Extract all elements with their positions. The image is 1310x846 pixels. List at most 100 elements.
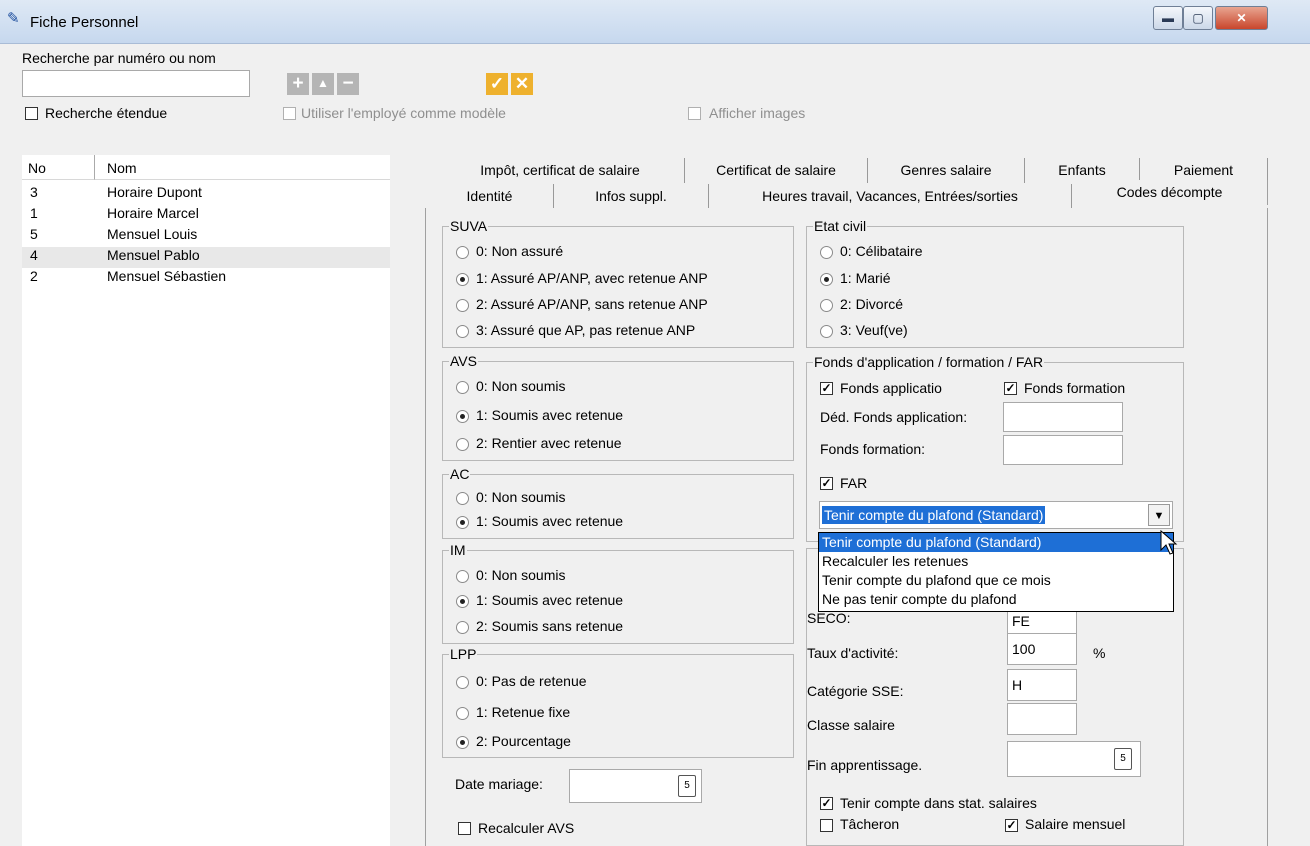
classe-salaire-label: Classe salaire: [807, 717, 895, 733]
fonds-formation-input[interactable]: [1003, 435, 1123, 465]
avs-option-0-label: 0: Non soumis: [476, 378, 566, 394]
suva-option-0[interactable]: [456, 246, 469, 259]
far-label: FAR: [840, 475, 868, 491]
extended-search-checkbox[interactable]: [25, 107, 38, 120]
confirm-button[interactable]: ✓: [486, 73, 508, 95]
codes-decompte-panel: SUVA 0: Non assuré 1: Assuré AP/ANP, ave…: [425, 208, 1268, 846]
taux-activite-input[interactable]: [1007, 633, 1077, 665]
avs-option-1-label: 1: Soumis avec retenue: [476, 407, 624, 423]
fonds-title: Fonds d'application / formation / FAR: [813, 354, 1045, 370]
dropdown-option[interactable]: Recalculer les retenues: [819, 552, 1173, 571]
im-option-0-label: 0: Non soumis: [476, 567, 566, 583]
tab-identite[interactable]: Identité: [426, 184, 554, 209]
fonds-application-checkbox[interactable]: ✓: [820, 382, 833, 395]
dropdown-option[interactable]: Ne pas tenir compte du plafond: [819, 590, 1173, 609]
suva-option-2[interactable]: [456, 299, 469, 312]
recalculer-avs-label: Recalculer AVS: [478, 820, 575, 836]
column-header-no[interactable]: No: [22, 155, 94, 180]
etat-option-3[interactable]: [820, 325, 833, 338]
suva-option-2-label: 2: Assuré AP/ANP, sans retenue ANP: [476, 296, 708, 312]
use-template-label: Utiliser l'employé comme modèle: [301, 105, 506, 121]
tab-certificat[interactable]: Certificat de salaire: [685, 158, 868, 183]
cancel-button[interactable]: ✕: [511, 73, 533, 95]
lpp-option-0[interactable]: [456, 676, 469, 689]
close-button[interactable]: ✕: [1215, 6, 1268, 30]
lpp-title: LPP: [449, 646, 478, 662]
dropdown-option[interactable]: Tenir compte du plafond (Standard): [819, 533, 1173, 552]
ac-option-1-label: 1: Soumis avec retenue: [476, 513, 624, 529]
tab-heures-travail[interactable]: Heures travail, Vacances, Entrées/sortie…: [709, 184, 1072, 209]
salaire-mensuel-label: Salaire mensuel: [1025, 816, 1126, 832]
salaire-mensuel-checkbox[interactable]: ✓: [1005, 819, 1018, 832]
im-option-1[interactable]: [456, 595, 469, 608]
search-input[interactable]: [22, 70, 250, 97]
table-row[interactable]: 4 Mensuel Pablo: [22, 247, 390, 268]
far-select[interactable]: Tenir compte du plafond (Standard) ▼: [819, 501, 1173, 529]
suva-option-1[interactable]: [456, 273, 469, 286]
ac-option-1[interactable]: [456, 516, 469, 529]
minimize-button[interactable]: ▬: [1153, 6, 1183, 30]
fin-apprentissage-label: Fin apprentissage.: [807, 757, 923, 773]
recalculer-avs-checkbox[interactable]: [458, 822, 471, 835]
use-template-checkbox[interactable]: [283, 107, 296, 120]
search-label: Recherche par numéro ou nom: [22, 50, 216, 66]
categorie-sse-input[interactable]: [1007, 669, 1077, 701]
ded-fonds-application-input[interactable]: [1003, 402, 1123, 432]
table-row[interactable]: 5 Mensuel Louis: [22, 226, 390, 247]
tacheron-label: Tâcheron: [840, 816, 900, 832]
etat-option-0-label: 0: Célibataire: [840, 243, 923, 259]
move-up-button[interactable]: ▲: [312, 73, 334, 95]
show-images-checkbox[interactable]: [688, 107, 701, 120]
mouse-cursor-icon: [1160, 530, 1178, 555]
percent-label: %: [1093, 645, 1106, 661]
calendar-icon[interactable]: 5: [678, 775, 696, 797]
etat-option-1[interactable]: [820, 273, 833, 286]
stat-salaires-checkbox[interactable]: ✓: [820, 797, 833, 810]
etat-option-2[interactable]: [820, 299, 833, 312]
table-row[interactable]: 3 Horaire Dupont: [22, 184, 390, 205]
far-checkbox[interactable]: ✓: [820, 477, 833, 490]
lpp-option-1[interactable]: [456, 707, 469, 720]
employee-list: No Nom 3 Horaire Dupont 1 Horaire Marcel 5…: [22, 155, 390, 846]
ac-option-0[interactable]: [456, 492, 469, 505]
chevron-down-icon[interactable]: ▼: [1148, 504, 1170, 526]
suva-option-3[interactable]: [456, 325, 469, 338]
extended-search-label: Recherche étendue: [45, 105, 168, 121]
im-option-0[interactable]: [456, 570, 469, 583]
etat-option-3-label: 3: Veuf(ve): [840, 322, 908, 338]
avs-option-0[interactable]: [456, 381, 469, 394]
lpp-option-2-label: 2: Pourcentage: [476, 733, 571, 749]
table-row[interactable]: 1 Horaire Marcel: [22, 205, 390, 226]
ded-fonds-application-label: Déd. Fonds application:: [820, 409, 968, 425]
lpp-option-1-label: 1: Retenue fixe: [476, 704, 571, 720]
calendar-icon[interactable]: 5: [1114, 748, 1132, 770]
tab-codes-decompte[interactable]: Codes décompte: [1072, 180, 1268, 205]
dropdown-option[interactable]: Tenir compte du plafond que ce mois: [819, 571, 1173, 590]
window-title: Fiche Personnel: [30, 14, 139, 31]
avs-group: AVS 0: Non soumis 1: Soumis avec retenue…: [442, 353, 794, 461]
column-header-nom[interactable]: Nom: [94, 155, 390, 180]
fonds-formation-field-label: Fonds formation:: [820, 441, 926, 457]
far-select-value: Tenir compte du plafond (Standard): [822, 506, 1046, 524]
fonds-formation-checkbox[interactable]: ✓: [1004, 382, 1017, 395]
avs-option-1[interactable]: [456, 410, 469, 423]
tacheron-checkbox[interactable]: [820, 819, 833, 832]
suva-option-0-label: 0: Non assuré: [476, 243, 564, 259]
im-option-2[interactable]: [456, 621, 469, 634]
tab-impot[interactable]: Impôt, certificat de salaire: [436, 158, 685, 183]
im-option-2-label: 2: Soumis sans retenue: [476, 618, 624, 634]
lpp-option-2[interactable]: [456, 736, 469, 749]
tab-infos-suppl[interactable]: Infos suppl.: [554, 184, 709, 209]
classe-salaire-input[interactable]: [1007, 703, 1077, 735]
tab-genres-salaire[interactable]: Genres salaire: [868, 158, 1025, 183]
im-title: IM: [449, 542, 467, 558]
maximize-button[interactable]: ▢: [1183, 6, 1213, 30]
add-button[interactable]: +: [287, 73, 309, 95]
etat-option-0[interactable]: [820, 246, 833, 259]
fonds-formation-label: Fonds formation: [1024, 380, 1126, 396]
far-dropdown-list: Tenir compte du plafond (Standard) Recal…: [818, 532, 1174, 612]
suva-group: SUVA 0: Non assuré 1: Assuré AP/ANP, ave…: [442, 218, 794, 348]
avs-option-2[interactable]: [456, 438, 469, 451]
table-row[interactable]: 2 Mensuel Sébastien: [22, 268, 390, 289]
remove-button[interactable]: −: [337, 73, 359, 95]
